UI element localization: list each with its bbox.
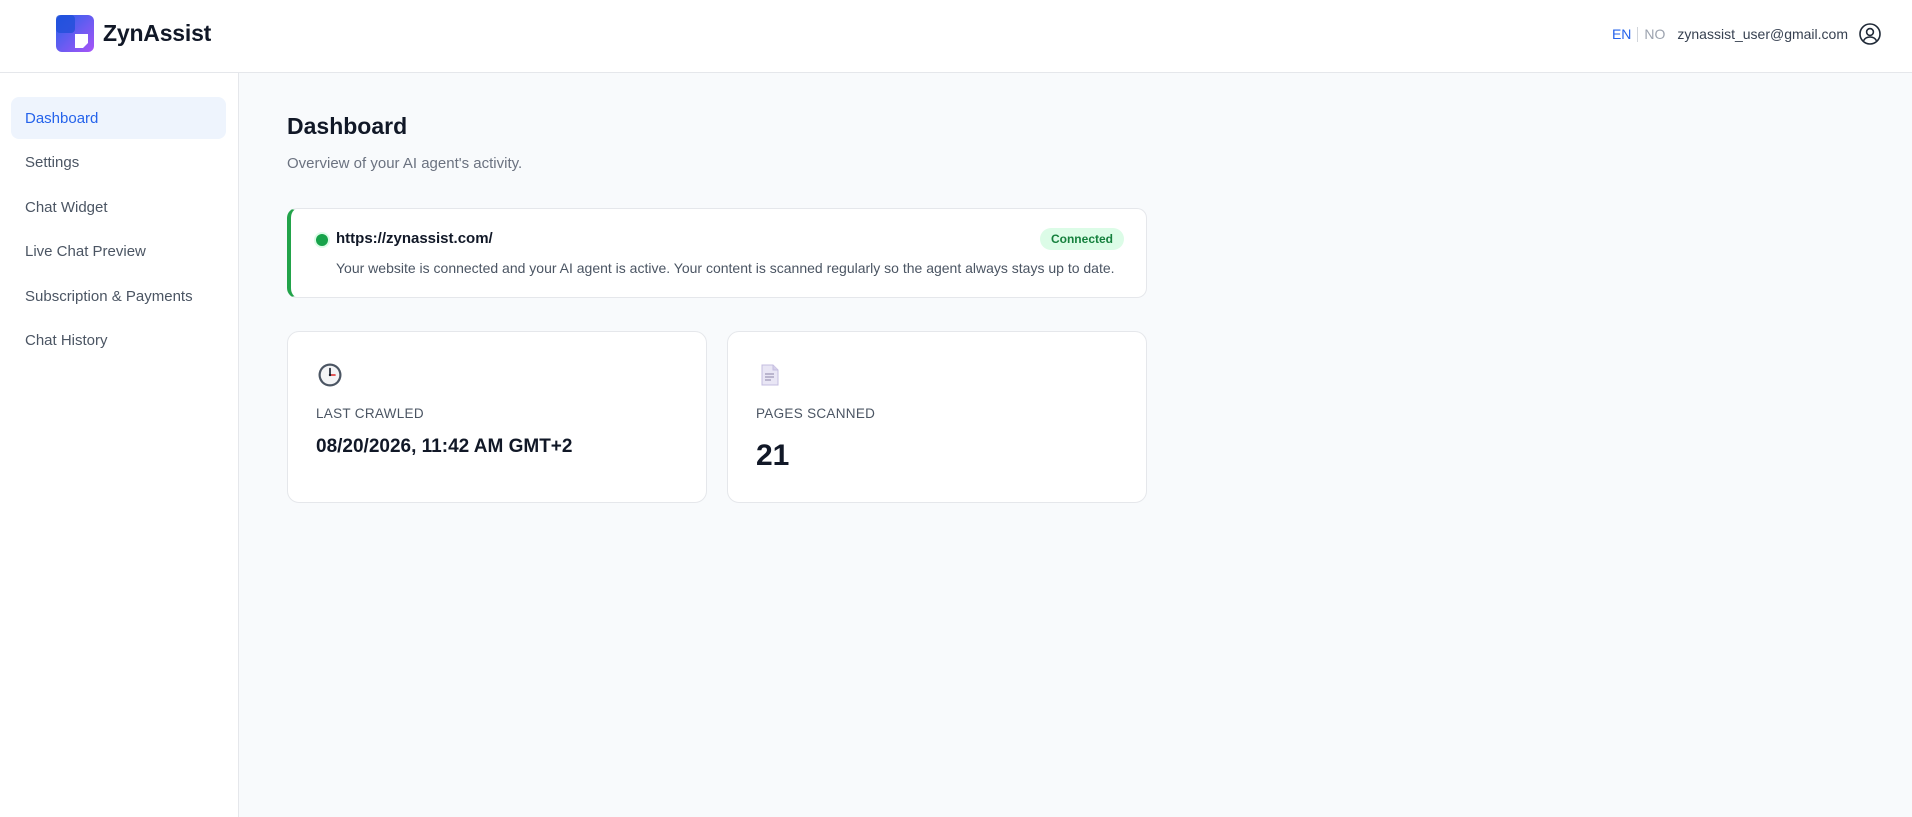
pages-scanned-card: PAGES SCANNED 21: [727, 331, 1147, 503]
zynassist-logo-icon[interactable]: [56, 15, 94, 52]
status-dot-icon: [316, 234, 328, 246]
language-divider: [1637, 26, 1639, 42]
pages-scanned-value: 21: [756, 439, 790, 472]
page-title: Dashboard: [287, 113, 408, 139]
sidebar-item-subscription-payments[interactable]: Subscription & Payments: [11, 275, 226, 317]
clock-icon: [318, 363, 342, 387]
website-url: https://zynassist.com/: [336, 230, 493, 247]
header-actions: EN NO zynassist_user@gmail.com: [1612, 22, 1882, 46]
last-crawled-label: LAST CRAWLED: [316, 406, 424, 421]
user-email[interactable]: zynassist_user@gmail.com: [1677, 26, 1848, 42]
language-no-toggle[interactable]: NO: [1644, 26, 1665, 42]
sidebar-item-dashboard[interactable]: Dashboard: [11, 97, 226, 139]
connection-description: Your website is connected and your AI ag…: [336, 260, 1115, 276]
top-header: ZynAssist EN NO zynassist_user@gmail.com: [0, 0, 1912, 73]
connection-status-card: https://zynassist.com/ Connected Your we…: [287, 208, 1147, 298]
language-en-toggle[interactable]: EN: [1612, 26, 1631, 42]
user-account-icon[interactable]: [1858, 22, 1882, 46]
last-crawled-card: LAST CRAWLED 08/20/2026, 11:42 AM GMT+2: [287, 331, 707, 503]
last-crawled-value: 08/20/2026, 11:42 AM GMT+2: [316, 436, 573, 457]
pages-scanned-label: PAGES SCANNED: [756, 406, 876, 421]
sidebar: Dashboard Settings Chat Widget Live Chat…: [0, 73, 239, 817]
page-subtitle: Overview of your AI agent's activity.: [287, 155, 523, 172]
status-badge: Connected: [1039, 228, 1124, 250]
sidebar-item-chat-widget[interactable]: Chat Widget: [11, 186, 226, 228]
sidebar-item-settings[interactable]: Settings: [11, 141, 226, 183]
document-icon: [761, 364, 779, 386]
sidebar-item-chat-history[interactable]: Chat History: [11, 319, 226, 361]
sidebar-item-live-chat-preview[interactable]: Live Chat Preview: [11, 230, 226, 272]
brand-name[interactable]: ZynAssist: [103, 20, 211, 47]
